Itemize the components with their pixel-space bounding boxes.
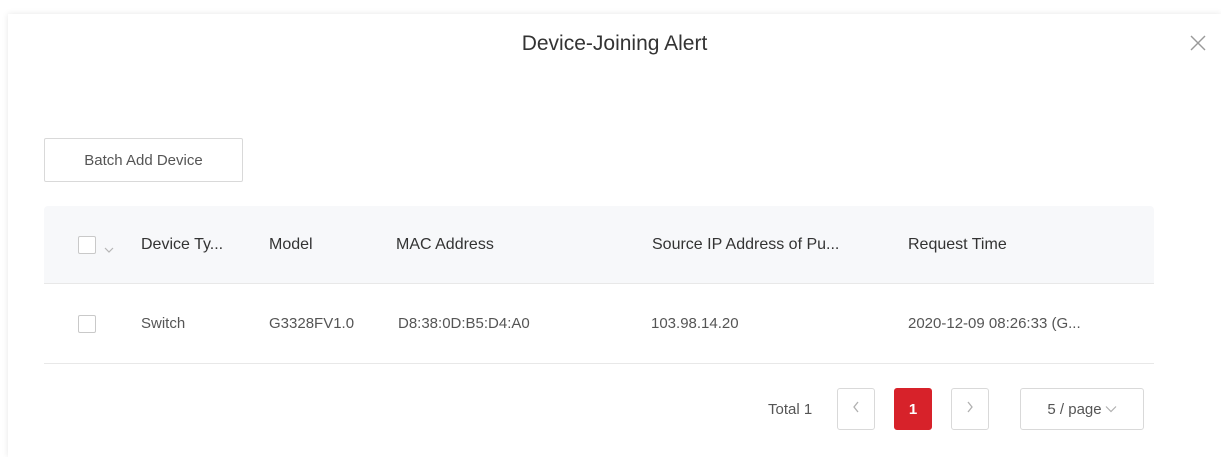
pagination-next-button[interactable] xyxy=(951,388,989,430)
row-checkbox[interactable] xyxy=(78,314,96,333)
batch-add-device-button[interactable]: Batch Add Device xyxy=(44,138,243,182)
table-row: Switch G3328FV1.0 D8:38:0D:B5:D4:A0 103.… xyxy=(44,284,1154,364)
chevron-down-icon[interactable] xyxy=(104,241,114,253)
pagination-prev-button[interactable] xyxy=(837,388,875,430)
cell-source-ip: 103.98.14.20 xyxy=(651,315,739,332)
header-select-all xyxy=(78,206,114,283)
column-header-source-ip: Source IP Address of Pu... xyxy=(652,235,840,253)
cell-device-type: Switch xyxy=(141,315,186,332)
chevron-right-icon xyxy=(965,400,975,418)
pagination-page-1[interactable]: 1 xyxy=(894,388,932,430)
cell-model: G3328FV1.0 xyxy=(269,315,355,332)
device-table: Device Ty... Model MAC Address Source IP… xyxy=(44,206,1154,364)
column-header-mac-address: MAC Address xyxy=(396,235,494,253)
chevron-left-icon xyxy=(851,400,861,418)
pagination-total: Total 1 xyxy=(768,401,813,418)
column-header-device-type: Device Ty... xyxy=(141,235,224,253)
table-header: Device Ty... Model MAC Address Source IP… xyxy=(44,206,1154,284)
page-size-label: 5 / page xyxy=(1047,400,1102,418)
column-header-request-time: Request Time xyxy=(908,235,1007,253)
close-icon[interactable] xyxy=(1186,31,1210,55)
column-header-model: Model xyxy=(269,235,313,253)
cell-request-time: 2020-12-09 08:26:33 (G... xyxy=(908,315,1081,332)
cell-mac-address: D8:38:0D:B5:D4:A0 xyxy=(398,315,530,332)
device-joining-alert-dialog: Device-Joining Alert Batch Add Device De… xyxy=(8,14,1221,457)
dialog-title: Device-Joining Alert xyxy=(521,32,708,55)
chevron-down-icon xyxy=(1105,405,1117,413)
page-size-select[interactable]: 5 / page xyxy=(1020,388,1144,430)
row-select xyxy=(78,284,96,363)
select-all-checkbox[interactable] xyxy=(78,235,96,254)
